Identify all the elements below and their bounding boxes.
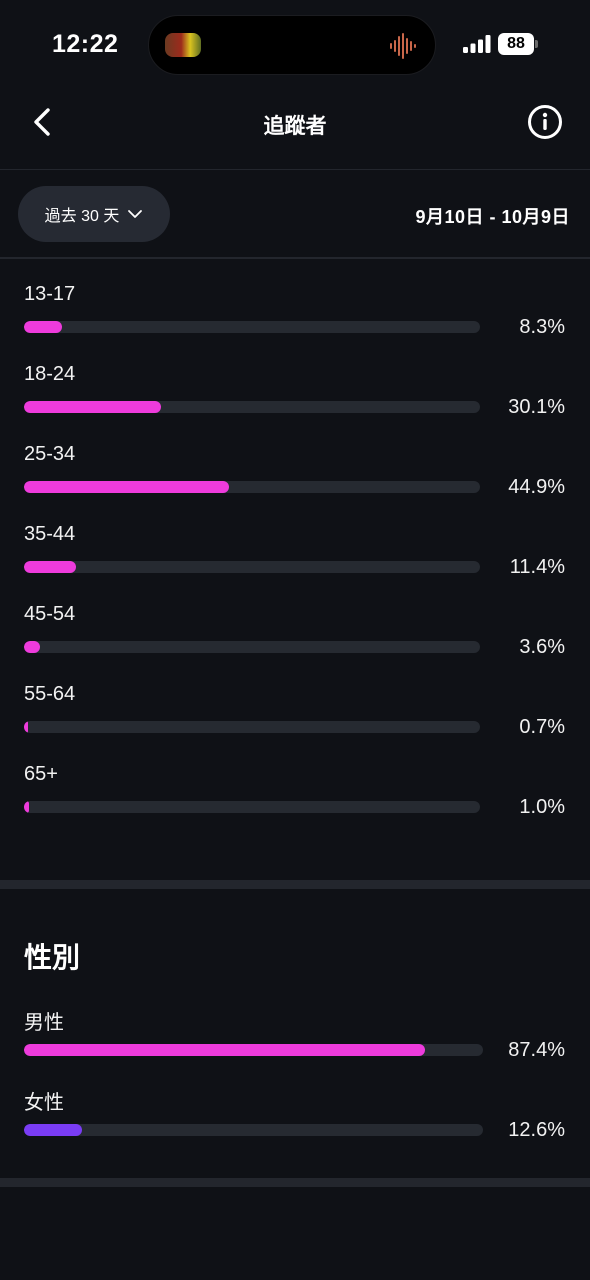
age-bar-track bbox=[24, 561, 480, 573]
gender-row: 男性 87.4% bbox=[0, 1006, 590, 1076]
gender-label: 女性 bbox=[24, 1092, 64, 1114]
age-value: 8.3% bbox=[519, 316, 565, 338]
age-label: 13-17 bbox=[24, 283, 76, 305]
age-bar-fill bbox=[24, 801, 29, 813]
age-bar-track bbox=[24, 721, 480, 733]
gender-bar-fill bbox=[24, 1044, 425, 1056]
age-bar-track bbox=[24, 481, 480, 493]
period-dropdown[interactable]: 過去 30 天 bbox=[18, 186, 170, 242]
age-label: 55-64 bbox=[24, 683, 76, 705]
section-divider bbox=[0, 880, 590, 889]
age-label: 18-24 bbox=[24, 363, 76, 385]
age-row: 35-44 11.4% bbox=[0, 523, 590, 593]
page-title: 追蹤者 bbox=[263, 115, 327, 138]
gender-row: 女性 12.6% bbox=[0, 1086, 590, 1156]
section-divider bbox=[0, 1178, 590, 1187]
dynamic-island[interactable] bbox=[148, 15, 436, 75]
age-value: 30.1% bbox=[508, 396, 565, 418]
age-label: 45-54 bbox=[24, 603, 76, 625]
age-label: 25-34 bbox=[24, 443, 76, 465]
gender-section-title: 性別 bbox=[24, 942, 81, 973]
audio-waveform-icon bbox=[390, 33, 416, 59]
age-row: 25-34 44.9% bbox=[0, 443, 590, 513]
battery-indicator: 88 bbox=[498, 33, 534, 55]
gender-value: 12.6% bbox=[508, 1119, 565, 1141]
period-label: 過去 30 天 bbox=[44, 208, 120, 225]
date-range: 9月10日 - 10月9日 bbox=[415, 207, 570, 227]
age-value: 3.6% bbox=[519, 636, 565, 658]
age-bar-track bbox=[24, 801, 480, 813]
age-bar-fill bbox=[24, 401, 161, 413]
age-value: 1.0% bbox=[519, 796, 565, 818]
age-bar-fill bbox=[24, 641, 40, 653]
age-row: 55-64 0.7% bbox=[0, 683, 590, 753]
age-bar-track bbox=[24, 641, 480, 653]
age-row: 18-24 30.1% bbox=[0, 363, 590, 433]
age-bar-fill bbox=[24, 481, 229, 493]
age-label: 65+ bbox=[24, 763, 58, 785]
page-header: 追蹤者 bbox=[0, 90, 590, 170]
filter-row: 過去 30 天 9月10日 - 10月9日 bbox=[0, 171, 590, 259]
age-bar-fill bbox=[24, 561, 76, 573]
age-value: 0.7% bbox=[519, 716, 565, 738]
chevron-down-icon bbox=[128, 210, 143, 218]
age-value: 44.9% bbox=[508, 476, 565, 498]
battery-cap bbox=[535, 40, 538, 48]
status-bar: 12:22 88 bbox=[0, 0, 590, 90]
cellular-signal-icon bbox=[463, 35, 491, 53]
age-row: 45-54 3.6% bbox=[0, 603, 590, 673]
status-time: 12:22 bbox=[52, 30, 119, 58]
gender-bar-track bbox=[24, 1124, 483, 1136]
age-bar-track bbox=[24, 401, 480, 413]
age-label: 35-44 bbox=[24, 523, 76, 545]
now-playing-thumbnail bbox=[165, 33, 201, 57]
age-row: 65+ 1.0% bbox=[0, 763, 590, 833]
age-bar-track bbox=[24, 321, 480, 333]
age-value: 11.4% bbox=[509, 556, 565, 578]
gender-label: 男性 bbox=[24, 1012, 64, 1034]
info-circle-icon[interactable] bbox=[527, 104, 563, 140]
age-bar-fill bbox=[24, 321, 62, 333]
age-row: 13-17 8.3% bbox=[0, 283, 590, 353]
gender-bar-track bbox=[24, 1044, 483, 1056]
gender-bar-fill bbox=[24, 1124, 82, 1136]
gender-value: 87.4% bbox=[508, 1039, 565, 1061]
age-bar-fill bbox=[24, 721, 28, 733]
